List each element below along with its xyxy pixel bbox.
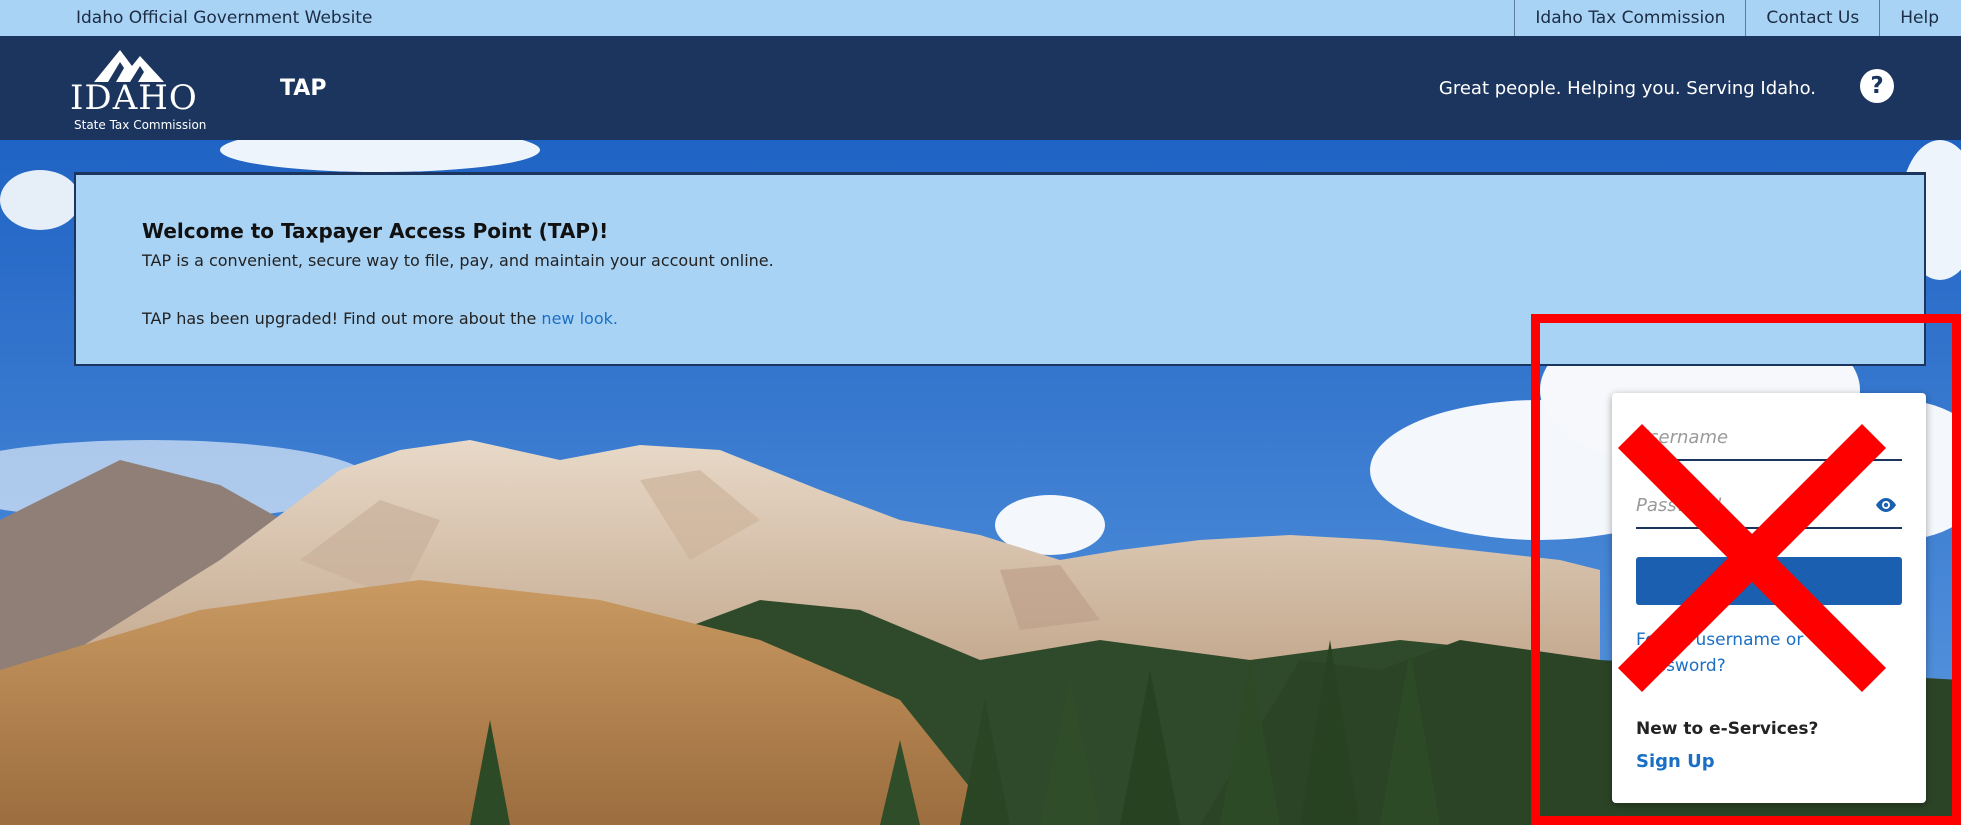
help-link[interactable]: Help bbox=[1879, 0, 1961, 36]
welcome-description: TAP is a convenient, secure way to file,… bbox=[142, 251, 774, 270]
app-name: TAP bbox=[280, 76, 327, 101]
new-look-link[interactable]: new look. bbox=[541, 309, 618, 328]
page: Idaho Official Government Website Idaho … bbox=[0, 0, 1961, 825]
username-input[interactable] bbox=[1636, 415, 1902, 461]
welcome-banner: Welcome to Taxpayer Access Point (TAP)! … bbox=[74, 172, 1926, 366]
sign-up-link[interactable]: Sign Up bbox=[1636, 751, 1715, 772]
login-button[interactable] bbox=[1636, 557, 1902, 605]
eye-icon[interactable] bbox=[1874, 497, 1898, 513]
site-header: IDAHO State Tax Commission TAP Great peo… bbox=[0, 36, 1961, 140]
contact-us-link[interactable]: Contact Us bbox=[1745, 0, 1879, 36]
password-input[interactable] bbox=[1636, 483, 1902, 529]
help-icon[interactable]: ? bbox=[1860, 69, 1894, 103]
logo-wordmark: IDAHO bbox=[70, 78, 198, 118]
logo-subtitle: State Tax Commission bbox=[74, 118, 207, 132]
utility-links: Idaho Tax Commission Contact Us Help bbox=[1514, 0, 1961, 36]
login-card: Forgot username or password? New to e-Se… bbox=[1612, 393, 1926, 803]
upgrade-notice: TAP has been upgraded! Find out more abo… bbox=[142, 309, 618, 328]
new-to-eservices-heading: New to e-Services? bbox=[1636, 719, 1819, 739]
idaho-logo[interactable]: IDAHO State Tax Commission bbox=[70, 48, 260, 134]
header-tagline: Great people. Helping you. Serving Idaho… bbox=[1438, 78, 1816, 99]
tax-commission-link[interactable]: Idaho Tax Commission bbox=[1514, 0, 1745, 36]
upgrade-text: TAP has been upgraded! Find out more abo… bbox=[142, 309, 542, 328]
mountain-logo-icon bbox=[94, 50, 164, 82]
welcome-title: Welcome to Taxpayer Access Point (TAP)! bbox=[142, 219, 609, 243]
utility-bar: Idaho Official Government Website Idaho … bbox=[0, 0, 1961, 36]
forgot-credentials-link[interactable]: Forgot username or password? bbox=[1636, 627, 1836, 679]
gov-website-label: Idaho Official Government Website bbox=[76, 8, 373, 28]
